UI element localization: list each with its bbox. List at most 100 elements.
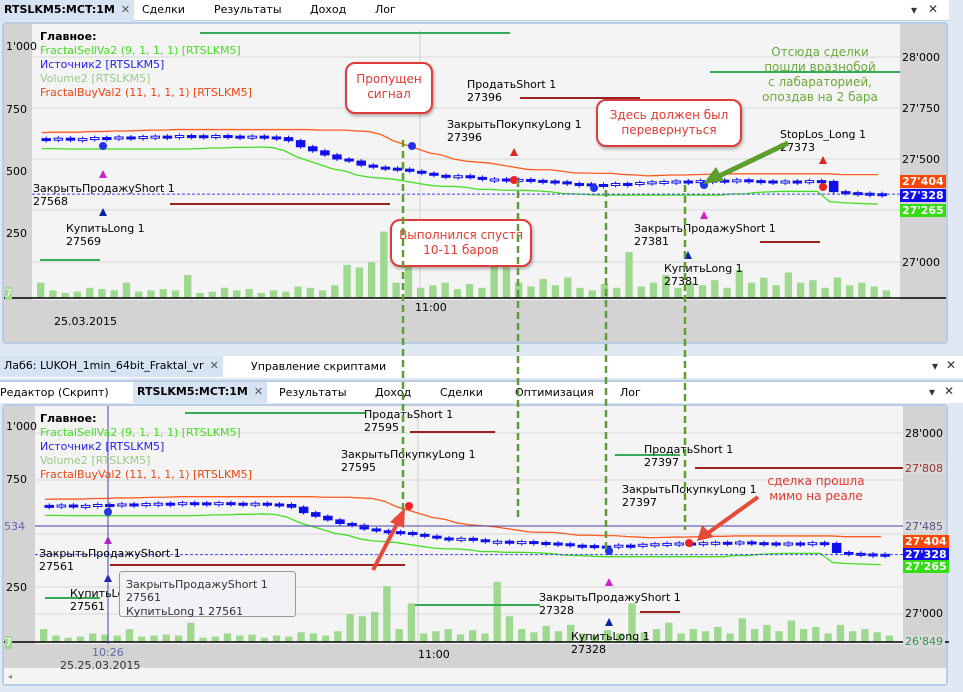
volume-bar xyxy=(432,631,440,642)
candle xyxy=(383,530,394,534)
candle xyxy=(565,543,575,547)
axis-label: 27'000 xyxy=(905,607,944,620)
candle xyxy=(662,542,672,546)
date-label: 25.25.03.2015 xyxy=(60,659,141,672)
candle xyxy=(456,537,466,541)
candle xyxy=(529,541,539,545)
volume-bar xyxy=(665,622,673,642)
trade-label: КупитьLong 1 27328 xyxy=(571,630,650,656)
axis-label: 1'000 xyxy=(6,420,38,433)
candle xyxy=(274,503,285,507)
volume-bar xyxy=(873,632,881,642)
volume-bar xyxy=(346,614,354,642)
axis-label: 28'000 xyxy=(905,427,944,440)
candle xyxy=(226,502,236,506)
volume-bar xyxy=(150,635,158,642)
trade-marker xyxy=(405,502,413,510)
candle xyxy=(250,502,260,506)
buy-arrow-icon xyxy=(605,618,613,626)
bottom-legend: Главное: FractalSellVa2 (9, 1, 1, 1) [RT… xyxy=(40,412,252,482)
volume-bar xyxy=(738,618,747,642)
trade-label: ЗакрытьПродажуShort 1 27328 xyxy=(539,591,681,617)
volume-bar xyxy=(812,626,820,642)
candle xyxy=(420,533,430,537)
candle xyxy=(468,537,478,541)
trade-label: ЗакрытьПродажуShort 1 27561 xyxy=(39,547,181,573)
candle xyxy=(201,502,212,506)
candle xyxy=(286,503,297,508)
volume-bar xyxy=(321,635,330,642)
candle xyxy=(432,535,442,539)
volume-bar xyxy=(272,635,281,642)
volume-bar xyxy=(456,634,465,642)
candle xyxy=(335,519,345,525)
trade-label: ПродатьShort 1 27595 xyxy=(364,408,454,434)
legend-title: Главное: xyxy=(40,412,97,425)
volume-bar xyxy=(334,631,342,642)
tooltip-line: КупитьLong 1 27561 xyxy=(126,605,244,618)
candle xyxy=(44,504,54,508)
candle xyxy=(141,503,151,507)
volume-bar xyxy=(125,629,134,642)
candle xyxy=(262,502,273,506)
candle xyxy=(177,502,188,506)
volume-bar xyxy=(493,581,501,642)
candle xyxy=(92,503,103,507)
volume-bar xyxy=(358,616,367,642)
candle xyxy=(165,502,176,506)
candle xyxy=(722,541,733,545)
candle xyxy=(492,540,503,544)
trade-label: ЗакрытьПокупкуLong 1 27595 xyxy=(341,448,476,474)
axis-label: 534 xyxy=(4,520,25,533)
candle xyxy=(129,503,139,507)
candle xyxy=(117,503,127,507)
candle xyxy=(347,523,357,526)
candle xyxy=(504,540,515,544)
candle xyxy=(516,541,527,545)
candle xyxy=(56,504,67,508)
candle xyxy=(613,544,624,548)
candle xyxy=(807,542,818,546)
volume-bar xyxy=(174,635,183,642)
candle xyxy=(625,544,636,548)
volume-bar xyxy=(726,633,734,642)
volume-bar xyxy=(297,632,305,642)
candle xyxy=(831,542,842,553)
candle xyxy=(407,532,418,536)
volume-bar xyxy=(689,629,697,642)
price-tag-level: 27'808 xyxy=(903,462,946,475)
volume-bar xyxy=(89,633,97,642)
legend-fractal-sell: FractalSellVa2 (9, 1, 1, 1) [RTSLKM5] xyxy=(40,426,241,439)
volume-bar xyxy=(211,636,219,642)
volume-bar xyxy=(162,634,170,642)
volume-bar xyxy=(187,622,195,642)
candle xyxy=(771,542,781,546)
volume-bar xyxy=(248,634,256,642)
volume-bar xyxy=(469,630,477,642)
candle xyxy=(577,544,588,548)
candle xyxy=(68,504,79,508)
volume-bar xyxy=(407,603,416,642)
candle xyxy=(105,503,115,507)
volume-bar xyxy=(236,635,244,642)
volume-bar xyxy=(223,633,232,642)
volume-bar xyxy=(714,626,722,642)
candle xyxy=(650,543,660,547)
candle xyxy=(795,542,806,546)
candle xyxy=(553,542,563,546)
volume-bar xyxy=(775,631,783,642)
candle xyxy=(589,545,600,549)
axis-label: 750 xyxy=(6,473,27,486)
volume-bar xyxy=(677,633,685,642)
volume-bar xyxy=(518,629,526,642)
sell-arrow-icon xyxy=(605,578,613,586)
candle xyxy=(80,504,91,508)
volume-bar xyxy=(444,629,452,642)
candle xyxy=(698,542,709,546)
candle xyxy=(298,506,309,514)
volume-bar xyxy=(701,631,710,642)
price-tag-fractal-buy: 27'404 xyxy=(903,535,949,548)
price-tag-low: 26'849 xyxy=(903,635,946,648)
legend-fractal-buy: FractalBuyVal2 (11, 1, 1, 1) [RTSLKM5] xyxy=(40,468,252,481)
volume-bar xyxy=(836,624,845,642)
